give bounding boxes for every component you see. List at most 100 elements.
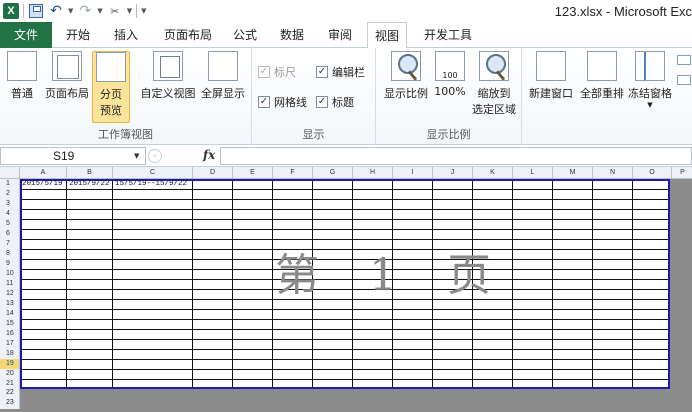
zoom-label: 显示比例 xyxy=(384,87,428,100)
tab-view[interactable]: 视图 xyxy=(367,22,407,49)
separator xyxy=(23,4,24,18)
column-header-h[interactable]: H xyxy=(353,167,393,179)
row-header-13[interactable]: 13 xyxy=(0,299,20,309)
row-header-23[interactable]: 23 xyxy=(0,399,20,409)
column-header-d[interactable]: D xyxy=(193,167,233,179)
zoom-button[interactable]: 显示比例 xyxy=(382,51,430,101)
column-header-j[interactable]: J xyxy=(433,167,473,179)
worksheet-area: ABCDEFGHIJKLMNOP 1 2 3 4 5 6 7 8 9 10 11 12 13 14 15 16… xyxy=(0,167,692,412)
name-box-dropdown-icon[interactable]: ▼ xyxy=(134,152,139,160)
row-header-10[interactable]: 10 xyxy=(0,269,20,279)
row-header-11[interactable]: 11 xyxy=(0,279,20,289)
column-header-m[interactable]: M xyxy=(553,167,593,179)
row-header-4[interactable]: 4 xyxy=(0,209,20,219)
split-button[interactable] xyxy=(676,51,692,85)
page-break-preview-button[interactable]: 分页 预览 xyxy=(92,51,130,123)
group-label-workbook-views: 工作簿视图 xyxy=(98,128,153,141)
column-header-n[interactable]: N xyxy=(593,167,633,179)
tab-page-layout[interactable]: 页面布局 xyxy=(156,22,220,48)
page-layout-view-button[interactable]: 页面布局 xyxy=(42,51,92,101)
tab-insert[interactable]: 插入 xyxy=(106,22,146,48)
check-icon: ✓ xyxy=(316,66,328,78)
redo-dropdown-icon[interactable]: ▼ xyxy=(97,7,102,15)
column-line xyxy=(232,179,233,389)
new-window-button[interactable]: 新建窗口 xyxy=(526,51,576,101)
redo-icon[interactable]: ↷ xyxy=(77,3,93,19)
full-screen-button[interactable]: 全屏显示 xyxy=(198,51,248,101)
name-box[interactable]: S19 xyxy=(0,147,146,165)
tab-data[interactable]: 数据 xyxy=(272,22,312,48)
row-header-19[interactable]: 19 xyxy=(0,359,20,369)
gridlines-label: 网格线 xyxy=(274,96,307,109)
row-header-16[interactable]: 16 xyxy=(0,329,20,339)
formula-bar-label: 编辑栏 xyxy=(332,66,365,79)
headings-checkbox[interactable]: ✓ 标题 xyxy=(316,94,354,110)
row-header-3[interactable]: 3 xyxy=(0,199,20,209)
custom-views-button[interactable]: 自定义视图 xyxy=(138,51,198,101)
tab-home[interactable]: 开始 xyxy=(58,22,98,48)
row-header-22[interactable]: 22 xyxy=(0,389,20,399)
row-header-20[interactable]: 20 xyxy=(0,369,20,379)
column-header-i[interactable]: I xyxy=(393,167,433,179)
chevron-down-icon: ▼ xyxy=(647,101,653,109)
tab-review[interactable]: 审阅 xyxy=(320,22,360,48)
row-header-2[interactable]: 2 xyxy=(0,189,20,199)
column-header-f[interactable]: F xyxy=(273,167,313,179)
excel-icon[interactable]: X xyxy=(3,3,19,19)
normal-view-button[interactable]: 普通 xyxy=(4,51,40,101)
zoom-to-selection-button[interactable]: 缩放到 选定区域 xyxy=(470,51,518,117)
magnifier-icon xyxy=(391,51,421,81)
column-header-p[interactable]: P xyxy=(672,167,692,179)
formula-bar-checkbox[interactable]: ✓ 编辑栏 xyxy=(316,64,365,80)
formula-input[interactable] xyxy=(220,147,692,165)
column-header-l[interactable]: L xyxy=(513,167,553,179)
row-header-18[interactable]: 18 xyxy=(0,349,20,359)
cell-b1[interactable]: 2015/9/22 xyxy=(69,180,110,188)
insert-function-icon[interactable]: fx xyxy=(203,148,215,162)
new-window-label: 新建窗口 xyxy=(529,87,573,100)
zoom-100-button[interactable]: 100 100% xyxy=(432,51,468,98)
column-header-k[interactable]: K xyxy=(473,167,513,179)
full-screen-label: 全屏显示 xyxy=(201,87,245,100)
select-all-corner[interactable] xyxy=(0,167,20,179)
column-header-o[interactable]: O xyxy=(633,167,672,179)
row-header-8[interactable]: 8 xyxy=(0,249,20,259)
column-header-g[interactable]: G xyxy=(313,167,353,179)
row-header-15[interactable]: 15 xyxy=(0,319,20,329)
column-header-e[interactable]: E xyxy=(233,167,273,179)
undo-dropdown-icon[interactable]: ▼ xyxy=(68,7,73,15)
undo-icon[interactable]: ↶ xyxy=(48,3,64,19)
tab-formulas[interactable]: 公式 xyxy=(226,22,264,48)
row-header-5[interactable]: 5 xyxy=(0,219,20,229)
row-header-6[interactable]: 6 xyxy=(0,229,20,239)
column-header-b[interactable]: B xyxy=(67,167,113,179)
row-header-14[interactable]: 14 xyxy=(0,309,20,319)
tab-developer[interactable]: 开发工具 xyxy=(416,22,480,48)
cell-a1[interactable]: 2015/5/19 xyxy=(22,180,63,188)
column-header-a[interactable]: A xyxy=(20,167,67,179)
cell-grid[interactable]: 2015/5/19 2015/9/22 15/5/19--15/9/22 第 1… xyxy=(20,179,670,389)
row-header-17[interactable]: 17 xyxy=(0,339,20,349)
ruler-checkbox[interactable]: ✓ 标尺 xyxy=(258,64,296,80)
gridlines-checkbox[interactable]: ✓ 网格线 xyxy=(258,94,307,110)
row-header-21[interactable]: 21 xyxy=(0,379,20,389)
column-header-c[interactable]: C xyxy=(113,167,193,179)
row-header-12[interactable]: 12 xyxy=(0,289,20,299)
qat-customize-icon[interactable]: ▼ xyxy=(141,7,146,15)
save-icon[interactable] xyxy=(28,3,44,19)
column-line xyxy=(66,179,67,389)
row-header-1[interactable]: 1 xyxy=(0,179,20,189)
group-window: 新建窗口 全部重排 冻结窗格 ▼ xyxy=(522,48,692,145)
zoom-100-label: 100% xyxy=(434,85,466,98)
tool-dropdown-icon[interactable]: ▼ xyxy=(127,7,132,15)
row-header-7[interactable]: 7 xyxy=(0,239,20,249)
cell-c1[interactable]: 15/5/19--15/9/22 xyxy=(115,180,187,188)
freeze-panes-button[interactable]: 冻结窗格 ▼ xyxy=(626,51,674,109)
arrange-all-button[interactable]: 全部重排 xyxy=(578,51,626,101)
custom-views-label: 自定义视图 xyxy=(140,87,196,100)
customize-tool-icon[interactable]: ✂ xyxy=(107,3,123,19)
row-header-9[interactable]: 9 xyxy=(0,259,20,269)
normal-view-icon xyxy=(7,51,37,81)
page-layout-icon xyxy=(52,51,82,81)
tab-file[interactable]: 文件 xyxy=(0,22,52,48)
